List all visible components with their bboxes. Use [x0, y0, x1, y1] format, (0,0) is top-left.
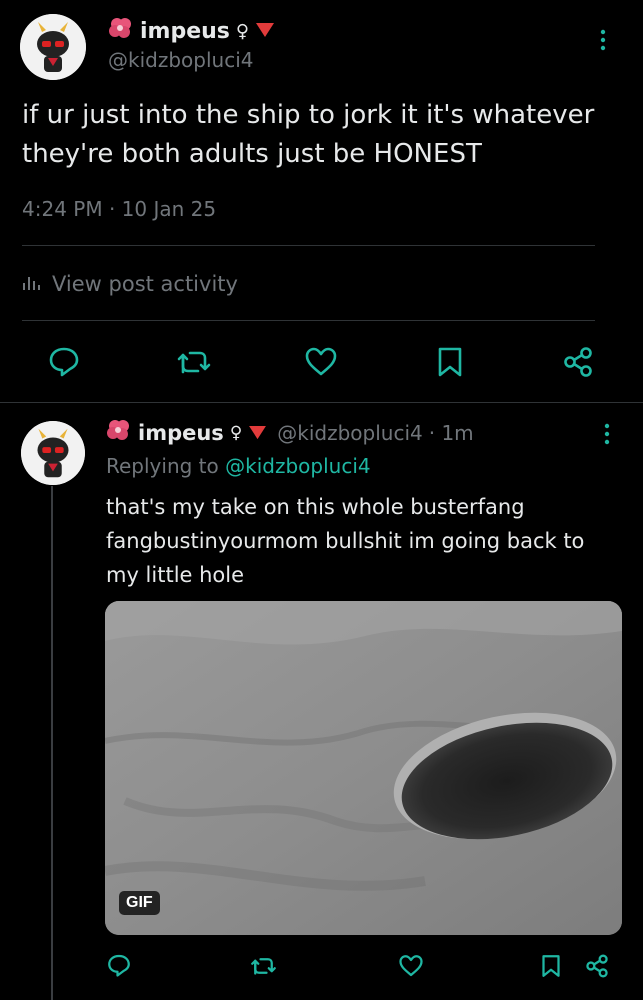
red-triangle-icon [255, 19, 275, 44]
avatar[interactable] [21, 421, 85, 485]
reply-header: impeus ♀ @kidzbopluci4 · 1m [106, 418, 474, 447]
reply-text-line: that's my take on this whole busterfang [106, 495, 525, 519]
repost-icon[interactable] [250, 954, 277, 978]
hibiscus-icon [108, 16, 134, 46]
display-name[interactable]: impeus ♀ [108, 16, 275, 46]
handle[interactable]: @kidzbopluci4 [277, 421, 422, 445]
thread-line [51, 486, 53, 1000]
share-icon[interactable] [561, 345, 595, 379]
display-name[interactable]: impeus ♀ [106, 418, 267, 447]
hibiscus-icon [106, 418, 132, 447]
gif-media[interactable]: GIF [105, 601, 622, 935]
bookmark-icon[interactable] [437, 346, 463, 378]
reply-icon[interactable] [48, 345, 80, 377]
reply-text: that's my take on this whole busterfang … [106, 490, 584, 592]
red-triangle-icon [248, 421, 267, 445]
bar-chart-icon [22, 272, 42, 296]
replying-to-handle[interactable]: @kidzbopluci4 [225, 454, 370, 478]
bookmark-icon[interactable] [541, 954, 561, 978]
divider [0, 402, 643, 403]
reply-text-line: my little hole [106, 563, 245, 587]
repost-icon[interactable] [176, 346, 212, 378]
post-text-line: they're both adults just be HONEST [22, 139, 482, 169]
gif-frame [105, 601, 622, 935]
replying-to-label: Replying to [106, 454, 219, 478]
more-icon[interactable] [600, 28, 606, 57]
female-symbol-icon: ♀ [229, 422, 243, 443]
more-icon[interactable] [604, 422, 610, 451]
handle[interactable]: @kidzbopluci4 [108, 48, 253, 72]
view-activity-link[interactable]: View post activity [22, 272, 238, 296]
post-timestamp[interactable]: 4:24 PM · 10 Jan 25 [22, 197, 216, 221]
divider [22, 320, 595, 321]
reply-text-line: fangbustinyourmom bullshit im going back… [106, 529, 585, 553]
female-symbol-icon: ♀ [235, 20, 250, 42]
post-text-line: if ur just into the ship to jork it it's… [22, 100, 595, 130]
reply-icon[interactable] [107, 953, 131, 977]
display-name-text: impeus [140, 18, 230, 44]
like-icon[interactable] [398, 954, 424, 978]
like-icon[interactable] [304, 346, 338, 378]
avatar[interactable] [20, 14, 86, 80]
divider [22, 245, 595, 246]
share-icon[interactable] [584, 953, 610, 979]
view-activity-label: View post activity [52, 272, 238, 296]
display-name-text: impeus [138, 420, 224, 445]
replying-to: Replying to @kidzbopluci4 [106, 454, 371, 478]
post-text: if ur just into the ship to jork it it's… [22, 96, 594, 174]
reply-time[interactable]: · 1m [429, 421, 474, 445]
gif-badge: GIF [119, 891, 160, 915]
